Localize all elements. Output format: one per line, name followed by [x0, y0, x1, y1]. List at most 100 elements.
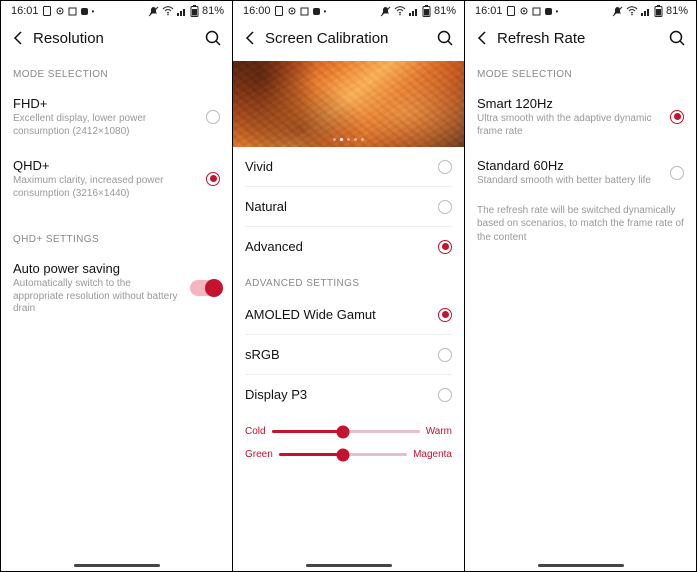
square-icon	[68, 7, 77, 16]
battery-icon	[190, 5, 199, 17]
rounded-icon	[80, 7, 89, 16]
rounded-icon	[544, 7, 553, 16]
option-natural[interactable]: Natural	[233, 187, 464, 226]
slider1-track[interactable]	[272, 430, 420, 433]
option-qhd[interactable]: QHD+ Maximum clarity, increased power co…	[1, 148, 232, 210]
back-icon[interactable]	[475, 30, 491, 46]
pager-dots	[233, 138, 464, 141]
slider2-right: Magenta	[413, 449, 452, 460]
gesture-bar	[1, 564, 232, 567]
section-mode: MODE SELECTION	[1, 61, 232, 86]
panel-calibration: 16:00 • 81% Screen Calibration Vivid Nat…	[232, 0, 465, 572]
battery-pct: 81%	[666, 5, 688, 17]
option-smart-120[interactable]: Smart 120Hz Ultra smooth with the adapti…	[465, 86, 696, 148]
option-srgb[interactable]: sRGB	[233, 335, 464, 374]
switch-auto-power[interactable]	[190, 280, 220, 296]
statusbar: 16:01 • 81%	[1, 1, 232, 19]
option-standard-60[interactable]: Standard 60Hz Standard smooth with bette…	[465, 148, 696, 198]
smart-label: Smart 120Hz	[477, 96, 664, 111]
battery-icon	[422, 5, 431, 17]
wifi-icon	[626, 6, 638, 16]
dot-icon: •	[556, 7, 559, 16]
battery-pct: 81%	[434, 5, 456, 17]
square-icon	[532, 7, 541, 16]
option-p3[interactable]: Display P3	[233, 375, 464, 414]
radio-qhd[interactable]	[206, 172, 220, 186]
search-icon[interactable]	[204, 29, 222, 47]
page-title: Refresh Rate	[497, 30, 668, 47]
radio-advanced[interactable]	[438, 240, 452, 254]
calibration-preview-image[interactable]	[233, 61, 464, 147]
radio-p3[interactable]	[438, 388, 452, 402]
qhd-sub: Maximum clarity, increased power consump…	[13, 175, 200, 200]
gesture-bar	[233, 564, 464, 567]
statusbar: 16:01 • 81%	[465, 1, 696, 19]
radio-wide[interactable]	[438, 308, 452, 322]
bell-off-icon	[612, 6, 623, 17]
advanced-label: Advanced	[245, 239, 432, 254]
wide-label: AMOLED Wide Gamut	[245, 307, 432, 322]
battery-pct: 81%	[202, 5, 224, 17]
bell-off-icon	[148, 6, 159, 17]
slider1-right: Warm	[426, 426, 452, 437]
fhd-label: FHD+	[13, 96, 200, 111]
back-icon[interactable]	[11, 30, 27, 46]
smart-sub: Ultra smooth with the adaptive dynamic f…	[477, 113, 664, 138]
radio-smart[interactable]	[670, 110, 684, 124]
signal-icon	[641, 6, 651, 16]
signal-icon	[177, 6, 187, 16]
p3-label: Display P3	[245, 387, 432, 402]
fhd-sub: Excellent display, lower power consumpti…	[13, 113, 200, 138]
search-icon[interactable]	[668, 29, 686, 47]
section-advanced-settings: ADVANCED SETTINGS	[233, 270, 464, 295]
auto-label: Auto power saving	[13, 261, 184, 276]
auto-sub: Automatically switch to the appropriate …	[13, 278, 184, 316]
option-wide-gamut[interactable]: AMOLED Wide Gamut	[233, 295, 464, 334]
gear-icon	[287, 6, 297, 16]
slider2-track[interactable]	[279, 453, 407, 456]
option-vivid[interactable]: Vivid	[233, 147, 464, 186]
dot-icon: •	[324, 7, 327, 16]
gear-icon	[55, 6, 65, 16]
search-icon[interactable]	[436, 29, 454, 47]
option-auto-power[interactable]: Auto power saving Automatically switch t…	[1, 251, 232, 326]
radio-standard[interactable]	[670, 166, 684, 180]
status-time: 16:00	[243, 5, 271, 17]
radio-fhd[interactable]	[206, 110, 220, 124]
dnd-icon	[506, 6, 516, 16]
page-title: Screen Calibration	[265, 30, 436, 47]
std-sub: Standard smooth with better battery life	[477, 175, 664, 188]
option-fhd[interactable]: FHD+ Excellent display, lower power cons…	[1, 86, 232, 148]
radio-srgb[interactable]	[438, 348, 452, 362]
gesture-bar	[465, 564, 696, 567]
panel-refresh-rate: 16:01 • 81% Refresh Rate MODE SELECTION …	[464, 0, 697, 572]
back-icon[interactable]	[243, 30, 259, 46]
status-time: 16:01	[475, 5, 503, 17]
dnd-icon	[274, 6, 284, 16]
section-mode: MODE SELECTION	[465, 61, 696, 86]
refresh-note: The refresh rate will be switched dynami…	[465, 198, 696, 245]
radio-vivid[interactable]	[438, 160, 452, 174]
natural-label: Natural	[245, 199, 432, 214]
panel-resolution: 16:01 • 81% Resolution MODE SELECTION FH…	[0, 0, 233, 572]
rounded-icon	[312, 7, 321, 16]
vivid-label: Vivid	[245, 159, 432, 174]
option-advanced[interactable]: Advanced	[233, 227, 464, 266]
wifi-icon	[394, 6, 406, 16]
battery-icon	[654, 5, 663, 17]
dot-icon: •	[92, 7, 95, 16]
statusbar: 16:00 • 81%	[233, 1, 464, 19]
slider-tint[interactable]: Green Magenta	[233, 441, 464, 476]
titlebar: Refresh Rate	[465, 19, 696, 61]
slider2-left: Green	[245, 449, 273, 460]
page-title: Resolution	[33, 30, 204, 47]
radio-natural[interactable]	[438, 200, 452, 214]
qhd-label: QHD+	[13, 158, 200, 173]
gear-icon	[519, 6, 529, 16]
titlebar: Resolution	[1, 19, 232, 61]
section-qhd-settings: QHD+ SETTINGS	[1, 226, 232, 251]
slider-temperature[interactable]: Cold Warm	[233, 414, 464, 441]
square-icon	[300, 7, 309, 16]
signal-icon	[409, 6, 419, 16]
wifi-icon	[162, 6, 174, 16]
